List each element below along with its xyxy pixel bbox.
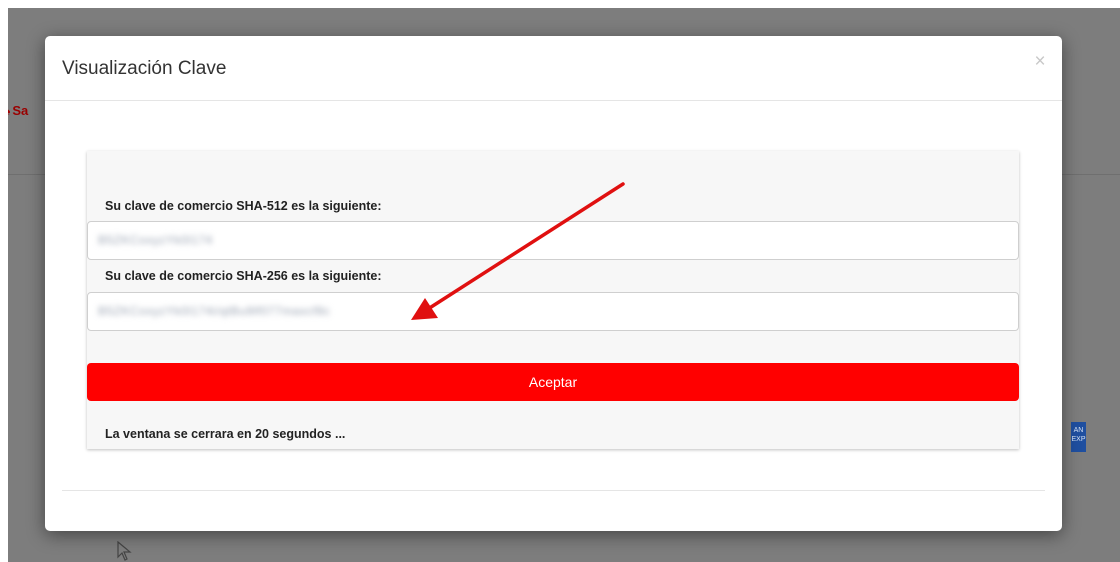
close-button[interactable]: × xyxy=(1032,52,1048,72)
sha512-label: Su clave de comercio SHA-512 es la sigui… xyxy=(105,199,382,213)
modal-footer-divider xyxy=(62,490,1045,491)
card-brand-badge: AN EXP xyxy=(1071,422,1086,452)
sha256-key-field[interactable]: B5ZKCoxyzYk0l174i/qtBu9lf077maxcf8c xyxy=(87,292,1019,331)
key-visualization-modal: Visualización Clave × Su clave de comerc… xyxy=(45,36,1062,531)
modal-header: Visualización Clave × xyxy=(45,36,1062,101)
modal-title: Visualización Clave xyxy=(62,58,227,79)
mouse-cursor-icon xyxy=(117,541,132,561)
flame-icon: ♠ xyxy=(8,104,10,118)
sha256-key-value: B5ZKCoxyzYk0l174i/qtBu9lf077maxcf8c xyxy=(98,304,331,318)
accept-button[interactable]: Aceptar xyxy=(87,363,1019,401)
bank-logo: ♠Sa xyxy=(8,103,28,118)
countdown-text: La ventana se cerrara en 20 segundos ... xyxy=(105,427,346,441)
bank-logo-text: Sa xyxy=(12,103,29,118)
key-panel: Su clave de comercio SHA-512 es la sigui… xyxy=(87,151,1019,449)
sha512-key-value: B5ZKCoxyzYk0l174 xyxy=(98,233,213,247)
sha512-key-field[interactable]: B5ZKCoxyzYk0l174 xyxy=(87,221,1019,260)
sha256-label: Su clave de comercio SHA-256 es la sigui… xyxy=(105,269,382,283)
